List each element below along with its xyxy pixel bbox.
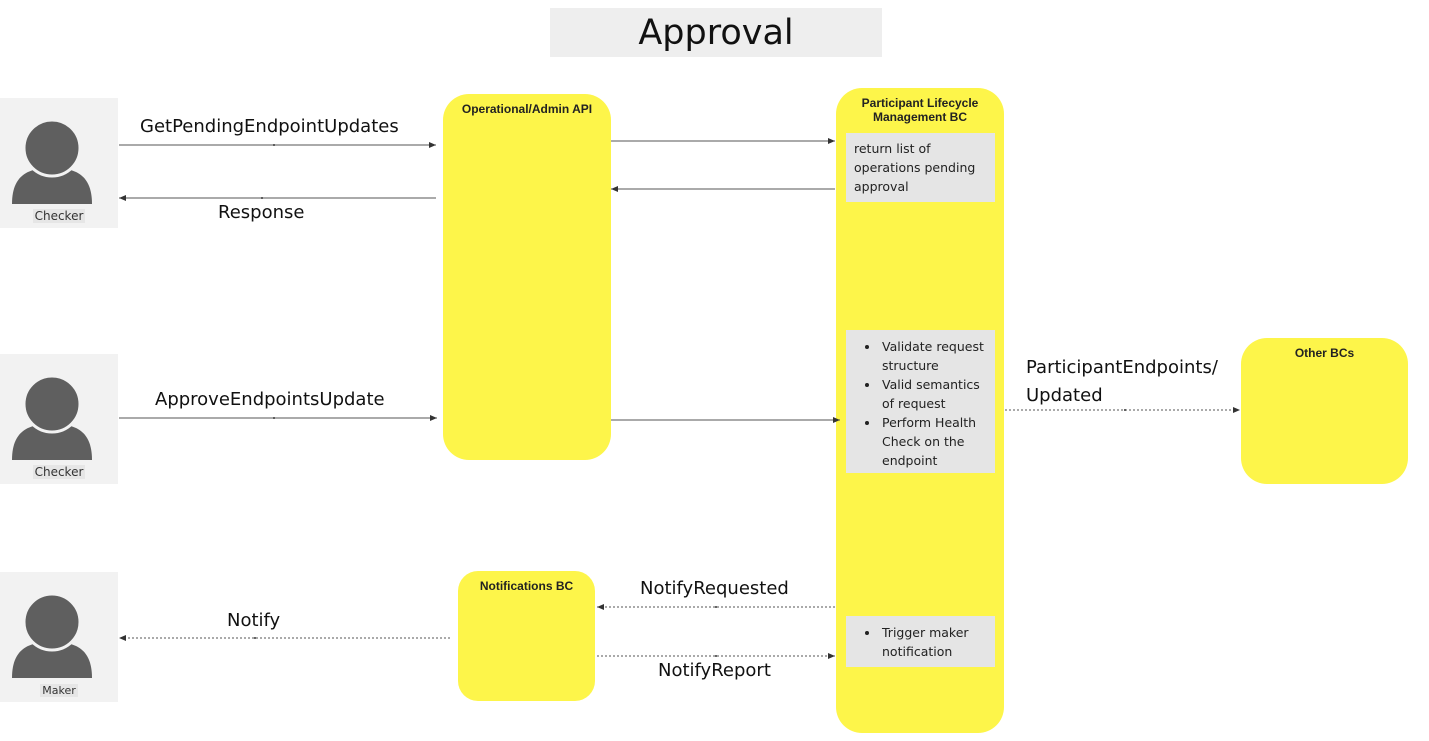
label-approve: ApproveEndpointsUpdate xyxy=(155,389,385,410)
actor-maker: Maker xyxy=(0,572,118,702)
admin-api-title: Operational/Admin API xyxy=(461,102,593,116)
arrow-midpoint-marker xyxy=(273,417,275,419)
label-notify-report: NotifyReport xyxy=(658,660,771,681)
plm-bc-title: Participant Lifecycle Management BC xyxy=(836,96,1004,124)
person-icon xyxy=(12,374,92,460)
actor-checker-2: Checker xyxy=(0,354,118,484)
person-icon xyxy=(12,118,92,204)
label-participant-endpoints-updated: ParticipantEndpoints/ Updated xyxy=(1026,354,1218,410)
plm-bc-title-line1: Participant Lifecycle xyxy=(861,96,979,110)
note-pending-list: return list of operations pending approv… xyxy=(846,133,995,202)
arrow-midpoint-marker xyxy=(715,655,717,657)
label-notify-requested: NotifyRequested xyxy=(640,578,789,599)
note-bullet: Valid semantics of request xyxy=(880,375,991,413)
label-response: Response xyxy=(218,202,305,223)
note-trigger: Trigger maker notification xyxy=(846,616,995,667)
arrow-midpoint-marker xyxy=(254,637,256,639)
arrow-midpoint-marker xyxy=(273,144,275,146)
plm-bc-title-line2: Management BC xyxy=(872,110,967,124)
note-bullet: Trigger maker notification xyxy=(880,623,991,661)
label-notify: Notify xyxy=(227,610,281,631)
other-bcs-box: Other BCs xyxy=(1241,338,1408,484)
diagram-title: Approval xyxy=(550,8,882,57)
admin-api-box: Operational/Admin API xyxy=(443,94,611,460)
actor-checker-1: Checker xyxy=(0,98,118,228)
notifications-bc-box: Notifications BC xyxy=(458,571,595,701)
note-validation: Validate request structure Valid semanti… xyxy=(846,330,995,473)
label-get-pending: GetPendingEndpointUpdates xyxy=(140,116,399,137)
actor-label: Checker xyxy=(32,209,86,223)
actor-label: Checker xyxy=(32,465,86,479)
arrow-midpoint-marker xyxy=(261,197,263,199)
actor-label: Maker xyxy=(40,684,78,697)
note-text: return list of operations pending approv… xyxy=(854,141,976,194)
label-participant-endpoints-line2: Updated xyxy=(1026,385,1103,406)
note-bullet: Validate request structure xyxy=(880,337,991,375)
label-participant-endpoints-line1: ParticipantEndpoints/ xyxy=(1026,357,1218,378)
person-icon xyxy=(12,592,92,678)
arrow-midpoint-marker xyxy=(715,606,717,608)
notifications-bc-title: Notifications BC xyxy=(479,579,574,593)
other-bcs-title: Other BCs xyxy=(1294,346,1355,360)
note-bullet: Perform Health Check on the endpoint xyxy=(880,413,991,470)
